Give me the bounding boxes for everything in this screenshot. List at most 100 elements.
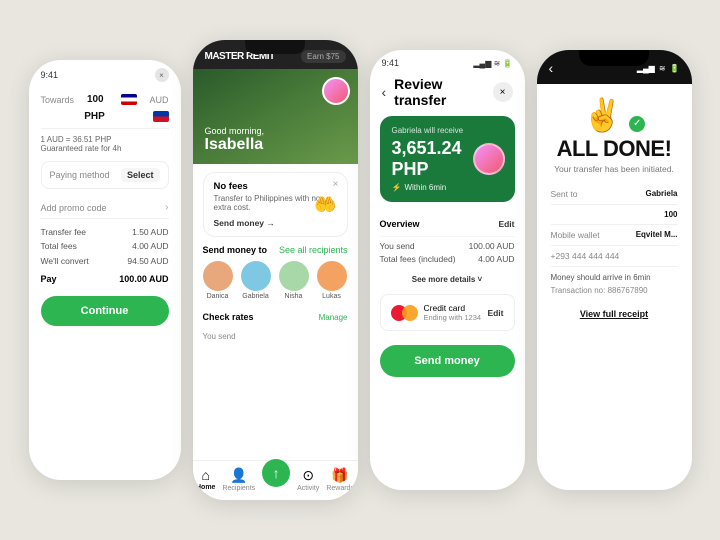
nav-recipients[interactable]: 👤 Recipients xyxy=(222,467,255,492)
status-time-3: 9:41 xyxy=(382,58,400,68)
payment-edit-button[interactable]: Edit xyxy=(487,308,503,318)
recipient-name-nisha: Nisha xyxy=(279,293,309,300)
back-button-4[interactable]: ‹ xyxy=(549,60,554,76)
transfer-time: ⚡ Within 6min xyxy=(392,183,503,192)
total-fees-value: 4.00 AUD xyxy=(132,239,168,253)
transaction-number: Transaction no: 886767890 xyxy=(551,286,678,295)
rates-section: Check rates Manage xyxy=(193,306,358,328)
continue-button[interactable]: Continue xyxy=(41,296,169,326)
all-done-title: ALL DONE! xyxy=(551,138,678,160)
card-ending-label: Ending with 1234 xyxy=(424,313,482,322)
status-time-1: 9:41 xyxy=(41,70,59,80)
recipients-section: Send money to See all recipients Danica … xyxy=(193,245,358,306)
txn-label: Transaction no: xyxy=(551,286,606,295)
recipient-name-lukas: Lukas xyxy=(317,293,347,300)
recipient-danica[interactable]: Danica xyxy=(203,261,233,300)
phone1-content: Towards 100 AUD PHP 1 AUD = 36.51 PHP Gu… xyxy=(29,86,181,480)
manage-link[interactable]: Manage xyxy=(319,313,348,322)
no-fees-close-icon[interactable]: × xyxy=(333,179,339,190)
see-all-link[interactable]: See all recipients xyxy=(279,245,348,255)
recipient-gabriela[interactable]: Gabriela xyxy=(241,261,271,300)
wifi-icon: ≋ xyxy=(659,64,666,73)
send-icon: ↑ xyxy=(262,459,290,487)
promo-row[interactable]: Add promo code › xyxy=(41,197,169,219)
you-send-label: You send xyxy=(380,241,415,251)
status-icons-4: ▂▄▆ ≋ 🔋 xyxy=(637,64,680,73)
payment-type-label: Credit card xyxy=(424,303,482,313)
transfer-fee-row: Transfer fee 1.50 AUD xyxy=(41,225,169,239)
battery-icon: 🔋 xyxy=(670,64,680,73)
promo-label: Add promo code xyxy=(41,203,107,213)
signal-icons-3: ▂▄▆ ≋ 🔋 xyxy=(473,59,512,68)
overview-edit-button[interactable]: Edit xyxy=(498,219,514,229)
sent-to-value: Gabriela xyxy=(645,189,677,199)
pay-value: 100.00 AUD xyxy=(119,274,168,284)
topbar-4: ‹ ▂▄▆ ≋ 🔋 xyxy=(537,50,692,84)
towards-row: Towards 100 AUD xyxy=(41,94,169,105)
nav-send[interactable]: ↑ xyxy=(262,467,290,492)
payment-method-row[interactable]: Paying method Select xyxy=(41,161,169,189)
phone-number-label: +293 444 444 444 xyxy=(551,251,620,261)
currency-from: AUD xyxy=(149,95,168,105)
nav-rewards[interactable]: 🎁 Rewards xyxy=(326,467,354,492)
towards-value: 100 xyxy=(87,94,104,105)
nav-home[interactable]: ⌂ Home xyxy=(196,467,215,492)
recipient-avatar-nisha xyxy=(279,261,309,291)
nav-rewards-label: Rewards xyxy=(326,485,354,492)
rewards-icon: 🎁 xyxy=(326,467,354,484)
transfer-fee-value: 1.50 AUD xyxy=(132,225,168,239)
lightning-icon: ⚡ xyxy=(392,183,402,192)
phone2-notch xyxy=(245,40,305,54)
done-illustration: ✌️ ✓ xyxy=(551,96,678,134)
recipient-avatar-lukas xyxy=(317,261,347,291)
towards-label: Towards xyxy=(41,95,75,105)
close-button-1[interactable]: × xyxy=(155,68,169,82)
card-info: Credit card Ending with 1234 xyxy=(391,303,482,322)
phone-screen-1: 9:41 × Towards 100 AUD PHP 1 AUD = 36.51… xyxy=(29,60,181,480)
rates-label: Check rates xyxy=(203,312,254,322)
currency-to-row: PHP xyxy=(41,111,169,122)
nav-home-label: Home xyxy=(196,484,215,491)
amount-value-4: 100 xyxy=(664,210,677,219)
receiver-label: Gabriela will receive xyxy=(392,126,503,135)
mc-circle-right xyxy=(402,305,418,321)
send-money-button[interactable]: Send money xyxy=(380,345,515,377)
recipient-avatar-danica xyxy=(203,261,233,291)
see-more-details[interactable]: See more details ˅ xyxy=(380,271,515,288)
select-button[interactable]: Select xyxy=(121,168,160,182)
chevron-right-icon: › xyxy=(165,202,168,213)
earn-badge[interactable]: Earn $75 xyxy=(301,50,345,63)
status-bar-1: 9:41 × xyxy=(29,60,181,86)
php-flag xyxy=(153,111,169,122)
hero-text: Good morning, Isabella xyxy=(205,126,265,154)
phone-screen-4: ‹ ▂▄▆ ≋ 🔋 ✌️ ✓ ALL DONE! Your transfer h… xyxy=(537,50,692,490)
mastercard-icon xyxy=(391,305,418,321)
you-send-row: You send 100.00 AUD xyxy=(380,241,515,251)
divider-1 xyxy=(41,128,169,129)
nav-activity[interactable]: ⊙ Activity xyxy=(297,467,319,492)
greeting-label: Good morning, xyxy=(205,126,265,136)
rate-label: 1 AUD = 36.51 PHP xyxy=(41,135,169,144)
user-name: Isabella xyxy=(205,136,265,154)
transfer-fee-label: Transfer fee xyxy=(41,225,87,239)
txn-value: 886767890 xyxy=(608,286,648,295)
recipient-avatar-gabriela xyxy=(241,261,271,291)
time-value: Within 6min xyxy=(404,183,446,192)
sent-to-label: Sent to xyxy=(551,189,578,199)
nav-recipients-label: Recipients xyxy=(222,485,255,492)
total-fees-label-3: Total fees (included) xyxy=(380,254,456,264)
total-fees-value-3: 4.00 AUD xyxy=(478,254,514,264)
avatar xyxy=(322,77,350,105)
recipient-lukas[interactable]: Lukas xyxy=(317,261,347,300)
hand-icon: 🤲 xyxy=(314,194,336,215)
review-header: ‹ Review transfer × xyxy=(370,72,525,116)
view-receipt-link[interactable]: View full receipt xyxy=(551,305,678,323)
arrives-text: Money should arrive in 6min xyxy=(551,273,678,282)
send-money-link[interactable]: Send money → xyxy=(214,218,337,228)
close-button-3[interactable]: × xyxy=(493,82,513,102)
recipients-list: Danica Gabriela Nisha Lukas xyxy=(203,261,348,300)
overview-details: You send 100.00 AUD Total fees (included… xyxy=(380,237,515,271)
back-button-3[interactable]: ‹ xyxy=(382,84,387,100)
pay-total-row: Pay 100.00 AUD xyxy=(41,274,169,284)
recipient-nisha[interactable]: Nisha xyxy=(279,261,309,300)
